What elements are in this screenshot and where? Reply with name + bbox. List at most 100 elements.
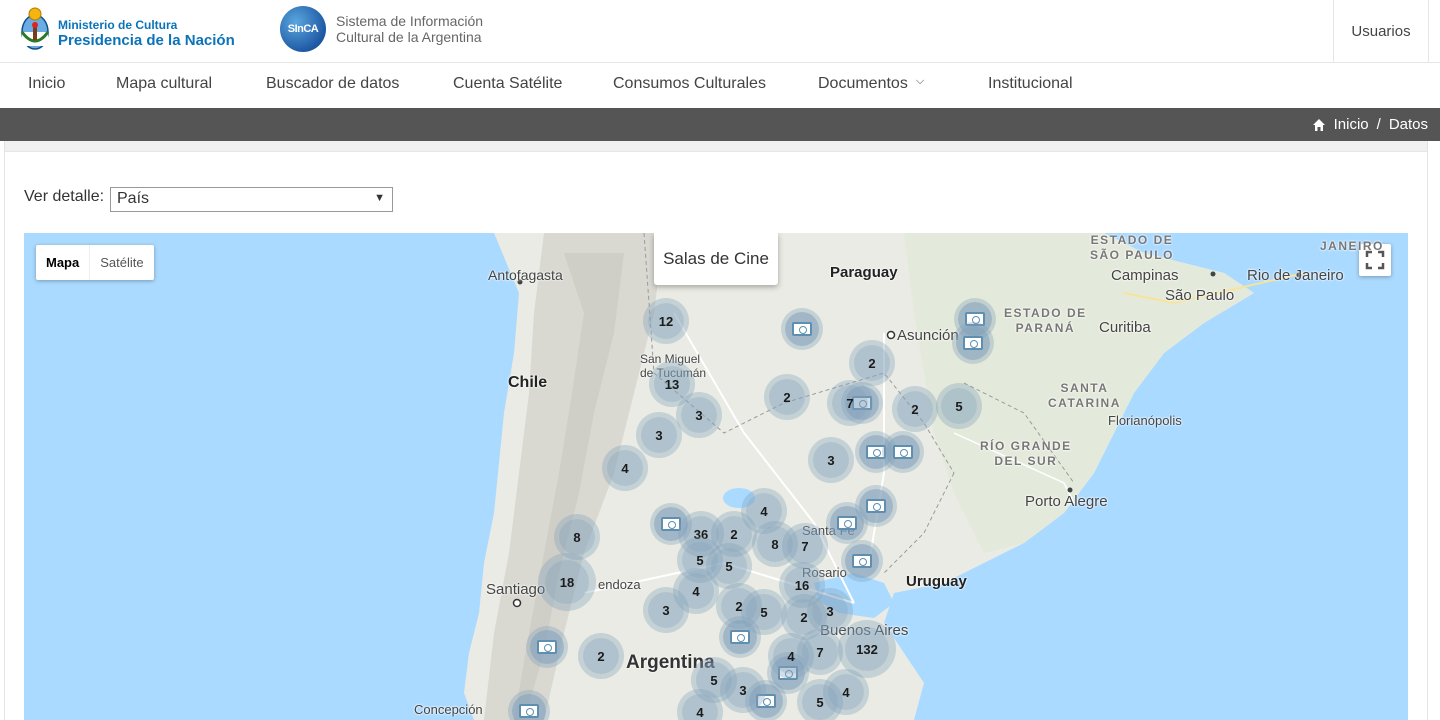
cluster-marker[interactable]: 13: [654, 366, 690, 402]
cluster-marker[interactable]: 3: [725, 672, 761, 708]
cluster-marker[interactable]: 12: [648, 303, 684, 339]
cluster-marker[interactable]: 4: [607, 450, 643, 486]
region-parana-line1: ESTADO DE: [1004, 306, 1087, 320]
nav-inicio[interactable]: Inicio: [28, 75, 65, 93]
breadcrumb-separator: /: [1376, 116, 1381, 133]
cluster-count: 3: [739, 682, 747, 698]
breadcrumb-current: Datos: [1388, 116, 1428, 133]
cluster-marker[interactable]: 5: [941, 388, 977, 424]
cluster-count: 8: [771, 536, 779, 552]
cluster-count: 7: [816, 644, 824, 660]
nav-documentos-label: Documentos: [818, 75, 908, 92]
cinema-screen-icon: [792, 322, 812, 336]
cluster-marker[interactable]: 132: [845, 627, 889, 671]
cinema-marker[interactable]: [785, 312, 819, 346]
cluster-count: 2: [735, 598, 743, 614]
breadcrumb-home[interactable]: Inicio: [1334, 116, 1369, 133]
cluster-count: 5: [760, 604, 768, 620]
cluster-marker[interactable]: 2: [583, 638, 619, 674]
ver-detalle-selected: País: [117, 190, 150, 207]
cluster-marker[interactable]: 7: [802, 634, 838, 670]
place-paraguay: Paraguay: [830, 264, 898, 281]
cinema-screen-icon: [965, 312, 985, 326]
cluster-count: 132: [856, 641, 878, 657]
cluster-marker[interactable]: 2: [716, 516, 752, 552]
sinca-badge: SInCA: [280, 6, 326, 52]
cluster-marker[interactable]: 5: [802, 684, 838, 720]
cinema-screen-icon: [893, 445, 913, 459]
cluster-count: 4: [696, 704, 704, 720]
cluster-marker[interactable]: 3: [648, 592, 684, 628]
nav-institucional[interactable]: Institucional: [988, 75, 1073, 93]
cluster-marker[interactable]: 2: [769, 379, 805, 415]
usuarios-link[interactable]: Usuarios: [1333, 0, 1429, 62]
region-santa-catarina-line2: CATARINA: [1048, 396, 1121, 410]
region-santa-catarina: SANTA CATARINA: [1048, 381, 1121, 411]
cluster-count: 16: [794, 577, 810, 593]
place-rio-de-janeiro: Rio de Janeiro: [1247, 267, 1344, 284]
nav-cuenta-satelite[interactable]: Cuenta Satélite: [453, 75, 562, 93]
cluster-marker[interactable]: 2: [897, 391, 933, 427]
nav-buscador-de-datos[interactable]: Buscador de datos: [266, 75, 399, 93]
cluster-count: 3: [662, 602, 670, 618]
argentina-coat-of-arms-icon: [20, 7, 50, 50]
map-type-mapa[interactable]: Mapa: [36, 245, 89, 280]
cluster-marker[interactable]: 3: [641, 417, 677, 453]
ver-detalle-select[interactable]: País ▼: [110, 187, 393, 212]
cinema-marker[interactable]: [845, 544, 879, 578]
cinema-marker[interactable]: [956, 326, 990, 360]
map-type-satelite[interactable]: Satélite: [89, 245, 153, 280]
cluster-count: 5: [725, 558, 733, 574]
place-san-miguel: San Miguel: [640, 352, 701, 366]
breadcrumb: Inicio / Datos: [1312, 116, 1428, 133]
cluster-marker[interactable]: 3: [813, 442, 849, 478]
cinema-marker[interactable]: [830, 506, 864, 540]
place-porto-alegre: Porto Alegre: [1025, 493, 1108, 510]
cluster-count: 4: [760, 503, 768, 519]
cinema-marker[interactable]: [530, 630, 564, 664]
region-estado-sao-paulo: ESTADO DE SÃO PAULO: [1090, 233, 1174, 263]
place-sao-paulo: São Paulo: [1165, 287, 1235, 304]
cluster-marker[interactable]: 8: [559, 519, 595, 555]
cluster-count: 13: [664, 376, 680, 392]
cluster-marker[interactable]: 3: [812, 593, 848, 629]
region-estado-sao-paulo-line2: SÃO PAULO: [1090, 248, 1174, 262]
place-campinas: Campinas: [1111, 267, 1179, 284]
place-santiago: Santiago: [486, 581, 546, 598]
cinema-screen-icon: [837, 516, 857, 530]
cluster-count: 12: [658, 313, 674, 329]
region-rio-grande-del-sur-line2: DEL SUR: [994, 454, 1058, 468]
cluster-marker[interactable]: 2: [854, 345, 890, 381]
cluster-marker[interactable]: 5: [746, 594, 782, 630]
content-top-strip: [5, 141, 1427, 152]
cluster-marker[interactable]: 4: [678, 573, 714, 609]
cinema-marker[interactable]: [859, 489, 893, 523]
cluster-marker[interactable]: 5: [711, 548, 747, 584]
cluster-count: 5: [696, 552, 704, 568]
ministerio-logo[interactable]: Ministerio de Cultura Presidencia de la …: [18, 4, 248, 58]
map-canvas[interactable]: Mapa Satélite Salas de Cine Antofagasta …: [24, 233, 1408, 720]
cluster-marker[interactable]: 4: [746, 493, 782, 529]
cluster-marker[interactable]: 3: [681, 397, 717, 433]
cluster-marker[interactable]: 16: [784, 567, 820, 603]
nav-mapa-cultural[interactable]: Mapa cultural: [116, 75, 212, 93]
sinca-logo[interactable]: SInCA Sistema de Información Cultural de…: [280, 6, 540, 56]
cinema-marker[interactable]: [886, 435, 920, 469]
home-icon: [1312, 118, 1325, 131]
cinema-marker[interactable]: [512, 694, 546, 720]
place-curitiba: Curitiba: [1099, 319, 1151, 336]
nav-documentos[interactable]: Documentos ⌵: [818, 75, 924, 93]
cluster-count: 2: [868, 355, 876, 371]
region-parana-line2: PARANÁ: [1015, 321, 1076, 335]
nav-consumos-culturales[interactable]: Consumos Culturales: [613, 75, 766, 93]
cluster-count: 7: [801, 538, 809, 554]
region-janeiro: JANEIRO: [1320, 239, 1384, 253]
content-panel: Ver detalle: País ▼ Mapa Satélite Salas …: [4, 141, 1428, 720]
cluster-marker[interactable]: 18: [545, 560, 589, 604]
region-santa-catarina-line1: SANTA: [1060, 381, 1109, 395]
cluster-marker[interactable]: 7: [787, 528, 823, 564]
region-rio-grande-del-sur-line1: RÍO GRANDE: [980, 439, 1072, 453]
place-asuncion: Asunción: [897, 327, 959, 344]
cinema-screen-icon: [661, 517, 681, 531]
cluster-marker[interactable]: 7: [832, 385, 868, 421]
